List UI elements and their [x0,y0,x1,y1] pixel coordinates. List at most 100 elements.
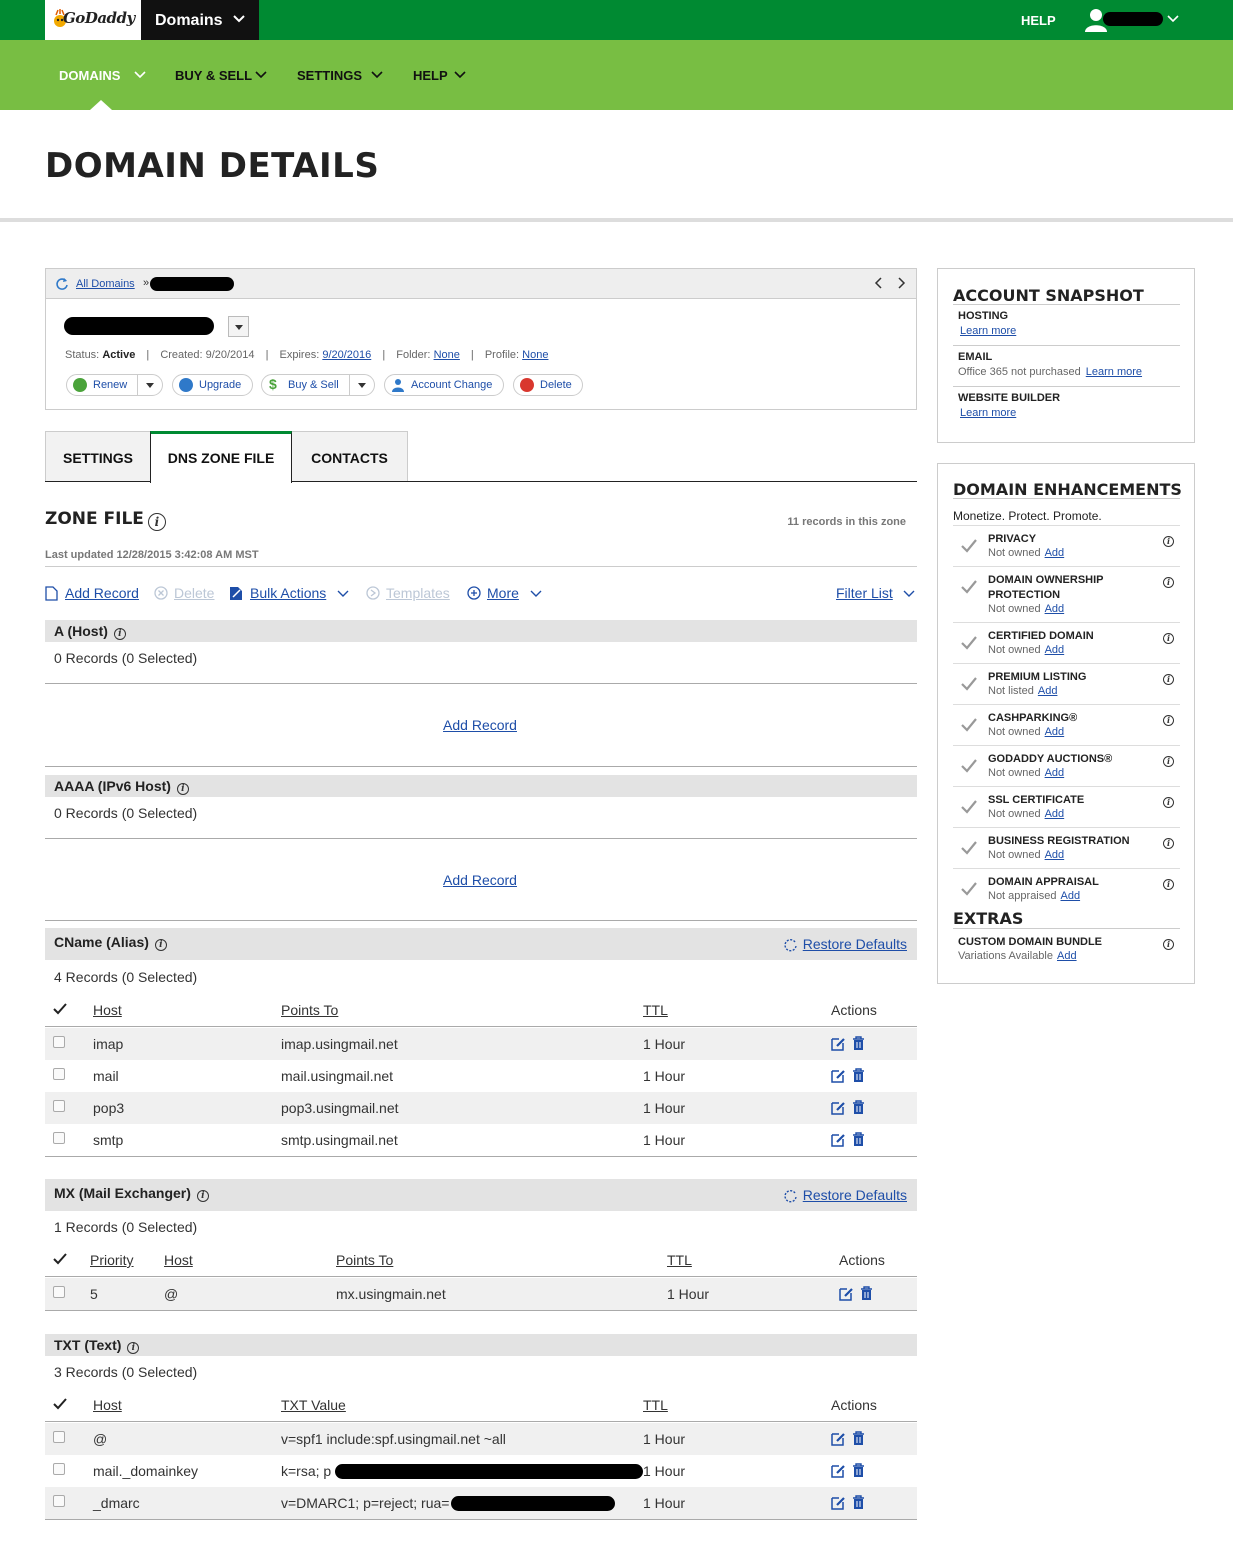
filter-list-button[interactable]: Filter List [836,585,915,601]
dropdown-arrow-icon[interactable] [146,383,154,388]
edit-icon[interactable] [839,1286,854,1301]
add-link[interactable]: Add [1045,808,1065,820]
account-change-button[interactable]: Account Change [384,374,504,396]
expires-link[interactable]: 9/20/2016 [322,349,371,361]
info-icon[interactable]: i [196,1190,209,1202]
nav-settings[interactable]: SETTINGS [297,68,383,83]
trash-icon[interactable] [852,1036,865,1051]
info-icon[interactable]: i [1163,633,1174,644]
learn-more-link[interactable]: Learn more [960,407,1016,419]
row-checkbox[interactable] [53,1068,65,1080]
templates-button[interactable]: Templates [366,585,450,601]
info-icon[interactable]: i [1163,756,1174,767]
info-icon[interactable]: i [147,513,166,531]
edit-icon[interactable] [831,1431,846,1446]
nav-domains[interactable]: DOMAINS [59,68,146,83]
tab-settings[interactable]: SETTINGS [45,431,151,482]
product-switcher[interactable]: Domains [141,0,259,40]
info-icon[interactable]: i [113,628,126,640]
add-link[interactable]: Add [1045,726,1065,738]
delete-domain-button[interactable]: Delete [513,374,583,396]
edit-icon[interactable] [831,1100,846,1115]
restore-defaults-link[interactable]: Restore Defaults [783,936,907,952]
chevron-right-icon[interactable] [896,277,906,289]
info-icon[interactable]: i [127,1342,140,1354]
edit-icon[interactable] [831,1036,846,1051]
info-icon[interactable]: i [1163,939,1174,950]
col-ttl[interactable]: TTL [667,1252,692,1268]
chevron-left-icon[interactable] [874,277,884,289]
row-checkbox[interactable] [53,1495,65,1507]
top-help-link[interactable]: HELP [1021,13,1056,28]
bulk-actions-button[interactable]: Bulk Actions [229,585,349,601]
buy-sell-button[interactable]: $ Buy & Sell [261,374,375,396]
col-ttl[interactable]: TTL [643,1397,668,1413]
row-checkbox[interactable] [53,1100,65,1112]
row-checkbox[interactable] [53,1463,65,1475]
trash-icon[interactable] [852,1100,865,1115]
info-icon[interactable]: i [176,783,189,795]
add-link[interactable]: Add [1045,767,1065,779]
info-icon[interactable]: i [1163,674,1174,685]
edit-icon[interactable] [831,1068,846,1083]
select-all-check-icon[interactable] [52,1001,68,1017]
row-checkbox[interactable] [53,1036,65,1048]
col-host[interactable]: Host [164,1252,193,1268]
add-link[interactable]: Add [1045,547,1065,559]
add-aaaa-record-link[interactable]: Add Record [380,872,580,888]
trash-icon[interactable] [852,1132,865,1147]
chevron-down-icon[interactable] [1167,13,1179,25]
add-record-button[interactable]: Add Record [45,585,139,601]
refresh-icon[interactable] [55,277,69,291]
restore-defaults-link[interactable]: Restore Defaults [783,1187,907,1203]
add-link[interactable]: Add [1061,890,1081,902]
edit-icon[interactable] [831,1495,846,1510]
nav-buy-sell[interactable]: BUY & SELL [175,68,267,83]
renew-button[interactable]: Renew [66,374,163,396]
godaddy-logo[interactable]: GoDaddy [45,0,141,40]
tab-dns-zone-file[interactable]: DNS ZONE FILE [150,431,292,483]
all-domains-link[interactable]: All Domains [76,278,135,290]
trash-icon[interactable] [852,1495,865,1510]
col-txt-value[interactable]: TXT Value [281,1397,346,1413]
row-checkbox[interactable] [53,1286,65,1298]
add-a-record-link[interactable]: Add Record [380,717,580,733]
add-link[interactable]: Add [1045,849,1065,861]
trash-icon[interactable] [852,1431,865,1446]
username-redacted[interactable] [1103,12,1163,26]
delete-records-button[interactable]: Delete [154,585,214,601]
col-points-to[interactable]: Points To [336,1252,393,1268]
info-icon[interactable]: i [1163,577,1174,588]
add-link[interactable]: Add [1038,685,1058,697]
col-host[interactable]: Host [93,1397,122,1413]
select-all-check-icon[interactable] [52,1251,68,1267]
learn-more-link[interactable]: Learn more [960,325,1016,337]
row-checkbox[interactable] [53,1431,65,1443]
tab-contacts[interactable]: CONTACTS [291,431,408,482]
domain-dropdown-button[interactable] [228,316,249,337]
add-link[interactable]: Add [1045,603,1065,615]
info-icon[interactable]: i [1163,797,1174,808]
col-points-to[interactable]: Points To [281,1002,338,1018]
dropdown-arrow-icon[interactable] [358,383,366,388]
folder-link[interactable]: None [434,349,460,361]
col-ttl[interactable]: TTL [643,1002,668,1018]
trash-icon[interactable] [852,1068,865,1083]
profile-link[interactable]: None [522,349,548,361]
col-host[interactable]: Host [93,1002,122,1018]
trash-icon[interactable] [852,1463,865,1478]
select-all-check-icon[interactable] [52,1396,68,1412]
col-priority[interactable]: Priority [90,1252,134,1268]
info-icon[interactable]: i [1163,715,1174,726]
prev-next-domain[interactable] [874,276,906,292]
more-button[interactable]: More [467,585,542,601]
info-icon[interactable]: i [1163,879,1174,890]
add-link[interactable]: Add [1057,950,1077,962]
edit-icon[interactable] [831,1132,846,1147]
nav-help[interactable]: HELP [413,68,466,83]
row-checkbox[interactable] [53,1132,65,1144]
trash-icon[interactable] [860,1286,873,1301]
edit-icon[interactable] [831,1463,846,1478]
info-icon[interactable]: i [154,939,167,951]
upgrade-button[interactable]: Upgrade [172,374,253,396]
